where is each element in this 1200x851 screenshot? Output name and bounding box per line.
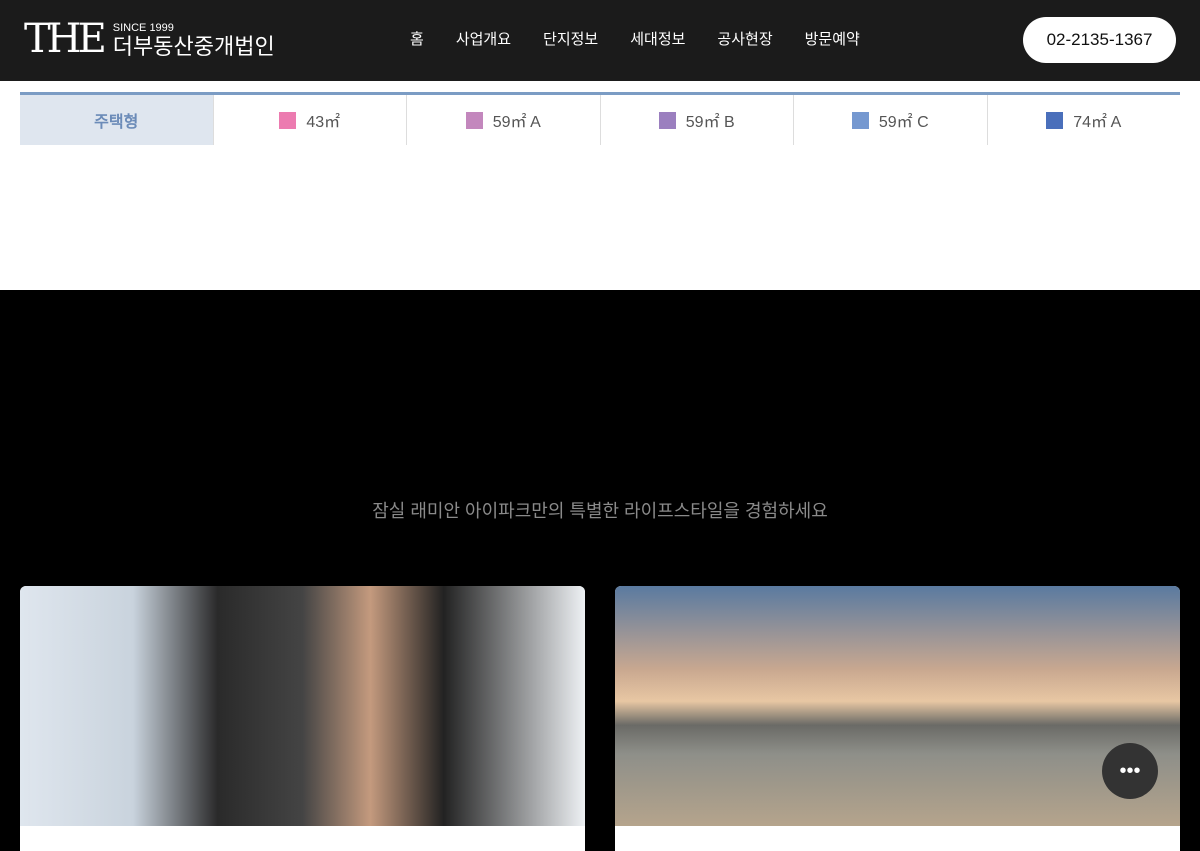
chat-icon[interactable]: •••	[1102, 743, 1158, 799]
phone-button[interactable]: 02-2135-1367	[1023, 17, 1176, 63]
color-swatch-icon	[851, 111, 869, 129]
header: THE SINCE 1999 더부동산중개법인 홈 사업개요 단지정보 세대정보…	[0, 0, 1200, 81]
logo-name: 더부동산중개법인	[112, 34, 275, 59]
tab-label: 59㎡ C	[878, 114, 929, 131]
nav-home[interactable]: 홈	[394, 28, 440, 49]
fitness-image	[20, 586, 585, 826]
tab-label: 74㎡ A	[1073, 114, 1122, 131]
color-swatch-icon	[1046, 111, 1064, 129]
tab-59c[interactable]: 59㎡ C	[793, 95, 987, 145]
tab-59a[interactable]: 59㎡ A	[406, 95, 600, 145]
lifestyle-section: 잠실 래미안 아이파크만의 특별한 라이프스타일을 경험하세요	[0, 290, 1200, 851]
color-swatch-icon	[658, 111, 676, 129]
nav-complex[interactable]: 단지정보	[527, 28, 614, 49]
nav-construction[interactable]: 공사현장	[701, 28, 788, 49]
tab-label: 43㎡	[306, 114, 341, 131]
unit-type-tabs: 주택형 43㎡ 59㎡ A 59㎡ B 59㎡ C 74㎡ A	[20, 92, 1180, 145]
nav-units[interactable]: 세대정보	[614, 28, 701, 49]
color-swatch-icon	[465, 111, 483, 129]
lifestyle-subtitle: 잠실 래미안 아이파크만의 특별한 라이프스타일을 경험하세요	[372, 501, 828, 521]
logo-mark: THE	[24, 16, 107, 62]
tab-label: 59㎡ A	[492, 114, 541, 131]
nav-overview[interactable]: 사업개요	[440, 28, 527, 49]
tab-label: 59㎡ B	[685, 114, 735, 131]
tab-43[interactable]: 43㎡	[212, 95, 407, 145]
river-image	[615, 586, 1180, 826]
tab-74a[interactable]: 74㎡ A	[986, 95, 1181, 145]
fitness-card[interactable]	[20, 586, 585, 851]
main-nav: 홈 사업개요 단지정보 세대정보 공사현장 방문예약	[394, 28, 876, 49]
tab-unit-type-label: 주택형	[20, 95, 213, 145]
river-card[interactable]	[615, 586, 1180, 851]
nav-visit[interactable]: 방문예약	[789, 28, 876, 49]
tab-59b[interactable]: 59㎡ B	[599, 95, 794, 145]
logo[interactable]: THE SINCE 1999 더부동산중개법인	[24, 18, 275, 60]
color-swatch-icon	[279, 111, 297, 129]
logo-since: SINCE 1999	[112, 22, 174, 34]
